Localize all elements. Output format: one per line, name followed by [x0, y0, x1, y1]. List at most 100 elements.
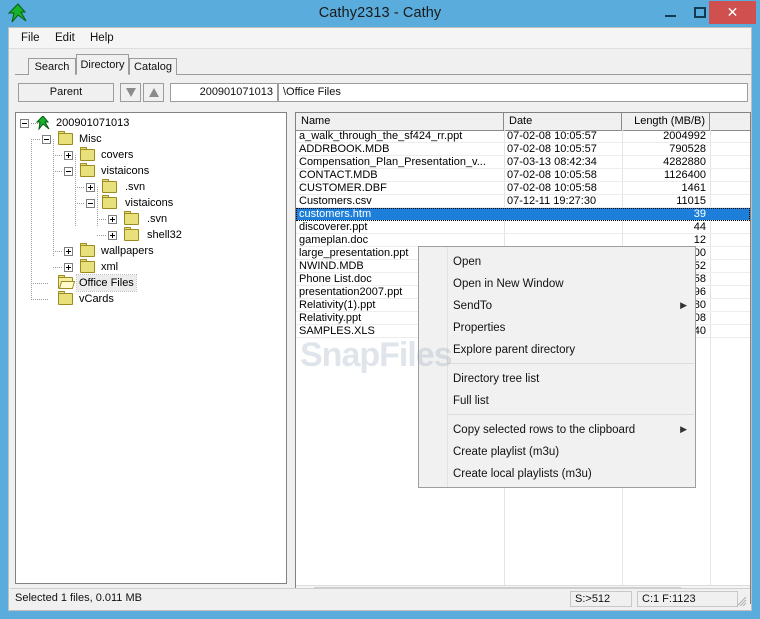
table-row-selected[interactable]: customers.htm 39	[296, 208, 750, 221]
cell-date: 07-03-13 08:42:34	[507, 156, 597, 168]
cell-length: 44	[693, 221, 706, 233]
minimize-button[interactable]	[655, 0, 685, 24]
menu-item-explore-parent-directory[interactable]: Explore parent directory	[420, 339, 695, 361]
menu-item-label: Create playlist (m3u)	[453, 446, 560, 458]
column-header-filler[interactable]	[710, 113, 750, 130]
status-cell-counts: C:1 F:1123	[637, 591, 738, 607]
tree-node-label[interactable]: wallpapers	[99, 243, 156, 259]
column-header-name[interactable]: Name	[296, 113, 504, 130]
move-up-button[interactable]	[143, 83, 164, 102]
table-row[interactable]: Compensation_Plan_Presentation_v... 07-0…	[296, 156, 750, 169]
tree-node-label[interactable]: xml	[99, 259, 120, 275]
cell-length: 1461	[681, 182, 706, 194]
tree-connector	[31, 139, 41, 140]
move-down-button[interactable]	[120, 83, 141, 102]
close-icon: ✕	[726, 4, 739, 21]
menu-item-create-playlist[interactable]: Create playlist (m3u)	[420, 441, 695, 463]
table-row[interactable]: ADDRBOOK.MDB 07-02-08 10:05:57 790528	[296, 143, 750, 156]
cell-name: discoverer.ppt	[299, 221, 368, 233]
table-row[interactable]: discoverer.ppt 44	[296, 221, 750, 234]
submenu-arrow-icon: ▶	[680, 301, 687, 311]
menu-item-open-in-new-window[interactable]: Open in New Window	[420, 273, 695, 295]
tree-connector	[31, 299, 49, 300]
tree-connector	[53, 267, 63, 268]
tree-node-label[interactable]: Misc	[77, 131, 104, 147]
resize-grip-icon[interactable]	[735, 595, 747, 607]
table-row[interactable]: Customers.csv 07-12-11 19:27:30 11015	[296, 195, 750, 208]
volume-field[interactable]: 200901071013	[170, 83, 278, 102]
column-header-length[interactable]: Length (MB/B)	[622, 113, 710, 130]
tree-node-label[interactable]: .svn	[145, 211, 169, 227]
tree-node-label[interactable]: vistaicons	[123, 195, 175, 211]
tree-toggle-minus-icon[interactable]	[64, 167, 73, 176]
tree-toggle-plus-icon[interactable]	[64, 151, 73, 160]
tree-toggle-plus-icon[interactable]	[108, 215, 117, 224]
tree-toggle-plus-icon[interactable]	[86, 183, 95, 192]
tree-connector	[31, 283, 49, 284]
tab-search[interactable]: Search	[28, 58, 76, 75]
tree-node-label[interactable]: Office Files	[76, 274, 137, 292]
window-title: Cathy2313 - Cathy	[318, 5, 442, 21]
path-toolbar: Parent 200901071013 \Office Files	[15, 83, 751, 105]
menu-item-copy-selected-rows[interactable]: Copy selected rows to the clipboard ▶	[420, 419, 695, 441]
cell-length: 1126400	[663, 169, 706, 181]
folder-closed-icon	[102, 195, 117, 209]
menu-separator	[448, 414, 694, 415]
menu-item-label: Properties	[453, 322, 506, 334]
menu-item-properties[interactable]: Properties	[420, 317, 695, 339]
minimize-icon	[664, 14, 676, 17]
cathy-root-icon	[35, 115, 51, 131]
menu-item-help[interactable]: Help	[85, 31, 119, 46]
menu-item-open[interactable]: Open	[420, 251, 695, 273]
tree-node-label[interactable]: covers	[99, 147, 135, 163]
status-cell-size: S:>512	[570, 591, 632, 607]
cell-date: 07-02-08 10:05:58	[507, 182, 597, 194]
menu-item-file[interactable]: File	[16, 31, 45, 46]
tab-directory[interactable]: Directory	[76, 54, 129, 75]
column-header-label: Date	[509, 115, 533, 127]
close-button[interactable]: ✕	[709, 1, 756, 24]
tab-strip: Search Directory Catalog	[15, 54, 751, 75]
tree-toggle-minus-icon[interactable]	[20, 119, 29, 128]
menu-item-full-list[interactable]: Full list	[420, 390, 695, 412]
tree-toggle-plus-icon[interactable]	[64, 263, 73, 272]
menu-item-label: Open	[453, 256, 482, 268]
tree-connector	[31, 139, 32, 299]
context-menu[interactable]: Open Open in New Window SendTo ▶ Propert…	[418, 246, 696, 488]
submenu-arrow-icon: ▶	[680, 425, 687, 435]
tree-toggle-minus-icon[interactable]	[42, 135, 51, 144]
status-message: Selected 1 files, 0.011 MB	[15, 592, 142, 604]
parent-button[interactable]: Parent	[18, 83, 114, 102]
tree-connector	[97, 219, 107, 220]
tree-connector	[75, 155, 76, 227]
menu-item-create-local-playlists[interactable]: Create local playlists (m3u)	[420, 463, 695, 485]
table-row[interactable]: CUSTOMER.DBF 07-02-08 10:05:58 1461	[296, 182, 750, 195]
menu-item-edit[interactable]: Edit	[50, 31, 80, 46]
tree-toggle-minus-icon[interactable]	[86, 199, 95, 208]
table-row[interactable]: CONTACT.MDB 07-02-08 10:05:58 1126400	[296, 169, 750, 182]
cell-length: 790528	[669, 143, 706, 155]
tree-connector	[53, 251, 63, 252]
tree-node-label[interactable]: shell32	[145, 227, 184, 243]
table-row[interactable]: a_walk_through_the_sf424_rr.ppt 07-02-08…	[296, 130, 750, 143]
cell-length: 39	[693, 208, 706, 220]
maximize-icon	[694, 6, 706, 18]
tree-node-label[interactable]: vistaicons	[99, 163, 151, 179]
tree-toggle-plus-icon[interactable]	[108, 231, 117, 240]
menu-item-sendto[interactable]: SendTo ▶	[420, 295, 695, 317]
column-header-date[interactable]: Date	[504, 113, 622, 130]
directory-tree-panel[interactable]: 200901071013 Misc covers vistaicons .svn…	[15, 112, 287, 584]
cell-length: 2004992	[663, 130, 706, 142]
cell-date: 07-02-08 10:05:58	[507, 169, 597, 181]
tab-catalog[interactable]: Catalog	[129, 58, 177, 75]
tree-node-label[interactable]: 200901071013	[54, 115, 131, 131]
menu-item-directory-tree-list[interactable]: Directory tree list	[420, 368, 695, 390]
path-field[interactable]: \Office Files	[278, 83, 748, 102]
folder-open-icon	[58, 275, 73, 289]
tree-node-label[interactable]: vCards	[77, 291, 116, 307]
menu-item-label: SendTo	[453, 300, 493, 312]
tree-connector	[97, 187, 98, 227]
tree-toggle-plus-icon[interactable]	[64, 247, 73, 256]
tree-node-label[interactable]: .svn	[123, 179, 147, 195]
menu-item-label: Copy selected rows to the clipboard	[453, 424, 636, 436]
